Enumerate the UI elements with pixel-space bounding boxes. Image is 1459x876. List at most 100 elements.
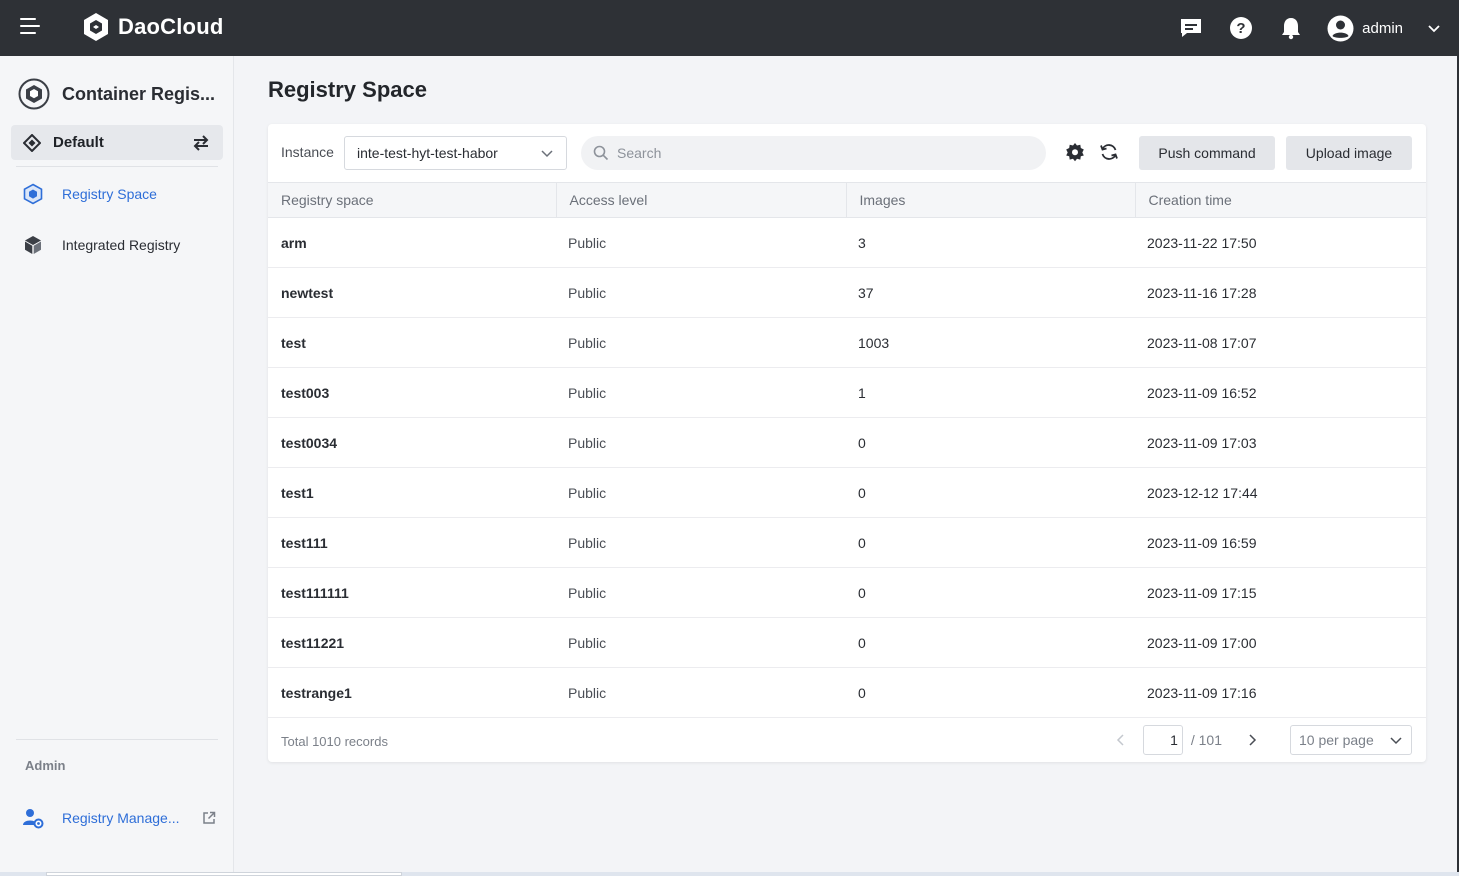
image-count: 0	[846, 617, 1135, 668]
registry-space-table: Registry space Access level Images Creat…	[268, 182, 1426, 718]
cube-outline-icon	[23, 183, 43, 205]
image-count: 1	[846, 367, 1135, 418]
total-records: Total 1010 records	[281, 734, 388, 749]
next-page-icon[interactable]	[1244, 732, 1260, 748]
sidebar-item-registry-management[interactable]: Registry Manage...	[22, 807, 216, 829]
image-count: 37	[846, 267, 1135, 318]
registry-space-name[interactable]: newtest	[268, 267, 556, 318]
access-level: Public	[556, 567, 846, 618]
registry-space-name[interactable]: test	[268, 317, 556, 368]
column-header-access-level[interactable]: Access level	[555, 182, 846, 218]
table-row[interactable]: test11221 Public 0 2023-11-09 17:00	[268, 617, 1426, 668]
instance-label: Instance	[281, 144, 334, 160]
upload-image-button[interactable]: Upload image	[1286, 136, 1412, 170]
column-header-creation-time[interactable]: Creation time	[1134, 182, 1426, 218]
image-count: 0	[846, 567, 1135, 618]
image-count: 0	[846, 417, 1135, 468]
page-title: Registry Space	[268, 77, 427, 102]
sidebar-divider	[16, 166, 218, 167]
user-gear-icon	[23, 809, 44, 829]
per-page-select[interactable]: 10 per page	[1290, 725, 1412, 755]
prev-page-icon[interactable]	[1113, 732, 1129, 748]
table-row[interactable]: test003 Public 1 2023-11-09 16:52	[268, 367, 1426, 418]
user-menu[interactable]: admin	[1327, 15, 1441, 42]
instance-value: inte-test-hyt-test-habor	[357, 145, 498, 161]
access-level: Public	[556, 367, 846, 418]
table-row[interactable]: test111 Public 0 2023-11-09 16:59	[268, 517, 1426, 568]
chevron-down-icon	[1390, 737, 1402, 745]
access-level: Public	[556, 617, 846, 668]
bell-icon[interactable]	[1277, 14, 1305, 42]
creation-time: 2023-11-09 17:03	[1135, 417, 1426, 468]
creation-time: 2023-11-09 17:16	[1135, 667, 1426, 718]
table-footer: Total 1010 records 1 / 101 10 per page	[268, 718, 1426, 762]
registry-space-name[interactable]: arm	[268, 217, 556, 268]
registry-space-name[interactable]: test0034	[268, 417, 556, 468]
workspace-icon	[23, 133, 41, 152]
menu-icon[interactable]	[20, 18, 42, 38]
sidebar-item-label: Integrated Registry	[62, 237, 181, 253]
table-row[interactable]: test1 Public 0 2023-12-12 17:44	[268, 467, 1426, 518]
table-row[interactable]: newtest Public 37 2023-11-16 17:28	[268, 267, 1426, 318]
pagination: 1 / 101	[1113, 725, 1260, 755]
table-row[interactable]: arm Public 3 2023-11-22 17:50	[268, 217, 1426, 268]
container-registry-icon	[18, 78, 50, 110]
settings-gear-icon[interactable]	[1064, 141, 1086, 163]
table-row[interactable]: testrange1 Public 0 2023-11-09 17:16	[268, 667, 1426, 718]
registry-space-name[interactable]: test111	[268, 517, 556, 568]
search-box	[581, 136, 1046, 170]
sidebar-item-label: Registry Manage...	[62, 810, 180, 826]
creation-time: 2023-11-09 16:59	[1135, 517, 1426, 568]
page-total: / 101	[1190, 732, 1222, 748]
table-row[interactable]: test111111 Public 0 2023-11-09 17:15	[268, 567, 1426, 618]
registry-space-name[interactable]: testrange1	[268, 667, 556, 718]
image-count: 0	[846, 667, 1135, 718]
access-level: Public	[556, 667, 846, 718]
help-icon[interactable]: ?	[1227, 14, 1255, 42]
user-name: admin	[1362, 19, 1403, 37]
image-count: 3	[846, 217, 1135, 268]
registry-space-name[interactable]: test111111	[268, 567, 556, 618]
push-command-button[interactable]: Push command	[1139, 136, 1275, 170]
column-header-registry-space[interactable]: Registry space	[268, 182, 556, 218]
creation-time: 2023-12-12 17:44	[1135, 467, 1426, 518]
image-count: 1003	[846, 317, 1135, 368]
logo[interactable]: DaoCloud	[80, 11, 223, 43]
sidebar-item-registry-space[interactable]: Registry Space	[22, 183, 157, 205]
access-level: Public	[556, 467, 846, 518]
refresh-icon[interactable]	[1098, 141, 1120, 163]
daocloud-logo-icon	[84, 13, 108, 41]
registry-space-name[interactable]: test1	[268, 467, 556, 518]
external-link-icon	[202, 811, 215, 824]
search-input[interactable]	[617, 145, 1034, 161]
message-icon[interactable]	[1177, 14, 1205, 42]
toolbar: Instance inte-test-hyt-test-habor Push c…	[268, 124, 1426, 182]
sidebar-divider	[16, 739, 218, 740]
sidebar-item-integrated-registry[interactable]: Integrated Registry	[22, 234, 180, 256]
page-number-input[interactable]: 1	[1142, 725, 1183, 755]
switch-icon[interactable]	[191, 134, 211, 152]
workspace-switcher[interactable]: Default	[11, 125, 223, 160]
registry-space-name[interactable]: test003	[268, 367, 556, 418]
user-avatar-icon	[1327, 15, 1354, 41]
horizontal-scrollbar-thumb[interactable]	[46, 872, 402, 876]
table-row[interactable]: test0034 Public 0 2023-11-09 17:03	[268, 417, 1426, 468]
creation-time: 2023-11-09 17:00	[1135, 617, 1426, 668]
registry-space-name[interactable]: test11221	[268, 617, 556, 668]
chevron-down-icon	[1428, 25, 1440, 33]
access-level: Public	[556, 517, 846, 568]
creation-time: 2023-11-22 17:50	[1135, 217, 1426, 268]
cube-solid-icon	[25, 236, 41, 254]
top-bar: DaoCloud ? admin	[0, 0, 1459, 56]
column-header-images[interactable]: Images	[845, 182, 1135, 218]
sidebar: Container Regis... Default Registry Spac…	[0, 56, 234, 876]
access-level: Public	[556, 417, 846, 468]
table-row[interactable]: test Public 1003 2023-11-08 17:07	[268, 317, 1426, 368]
creation-time: 2023-11-09 16:52	[1135, 367, 1426, 418]
access-level: Public	[556, 317, 846, 368]
image-count: 0	[846, 467, 1135, 518]
table-header-row: Registry space Access level Images Creat…	[268, 182, 1426, 218]
chevron-down-icon	[541, 150, 553, 158]
app-title-text: Container Regis...	[62, 83, 216, 104]
instance-select[interactable]: inte-test-hyt-test-habor	[344, 136, 567, 170]
